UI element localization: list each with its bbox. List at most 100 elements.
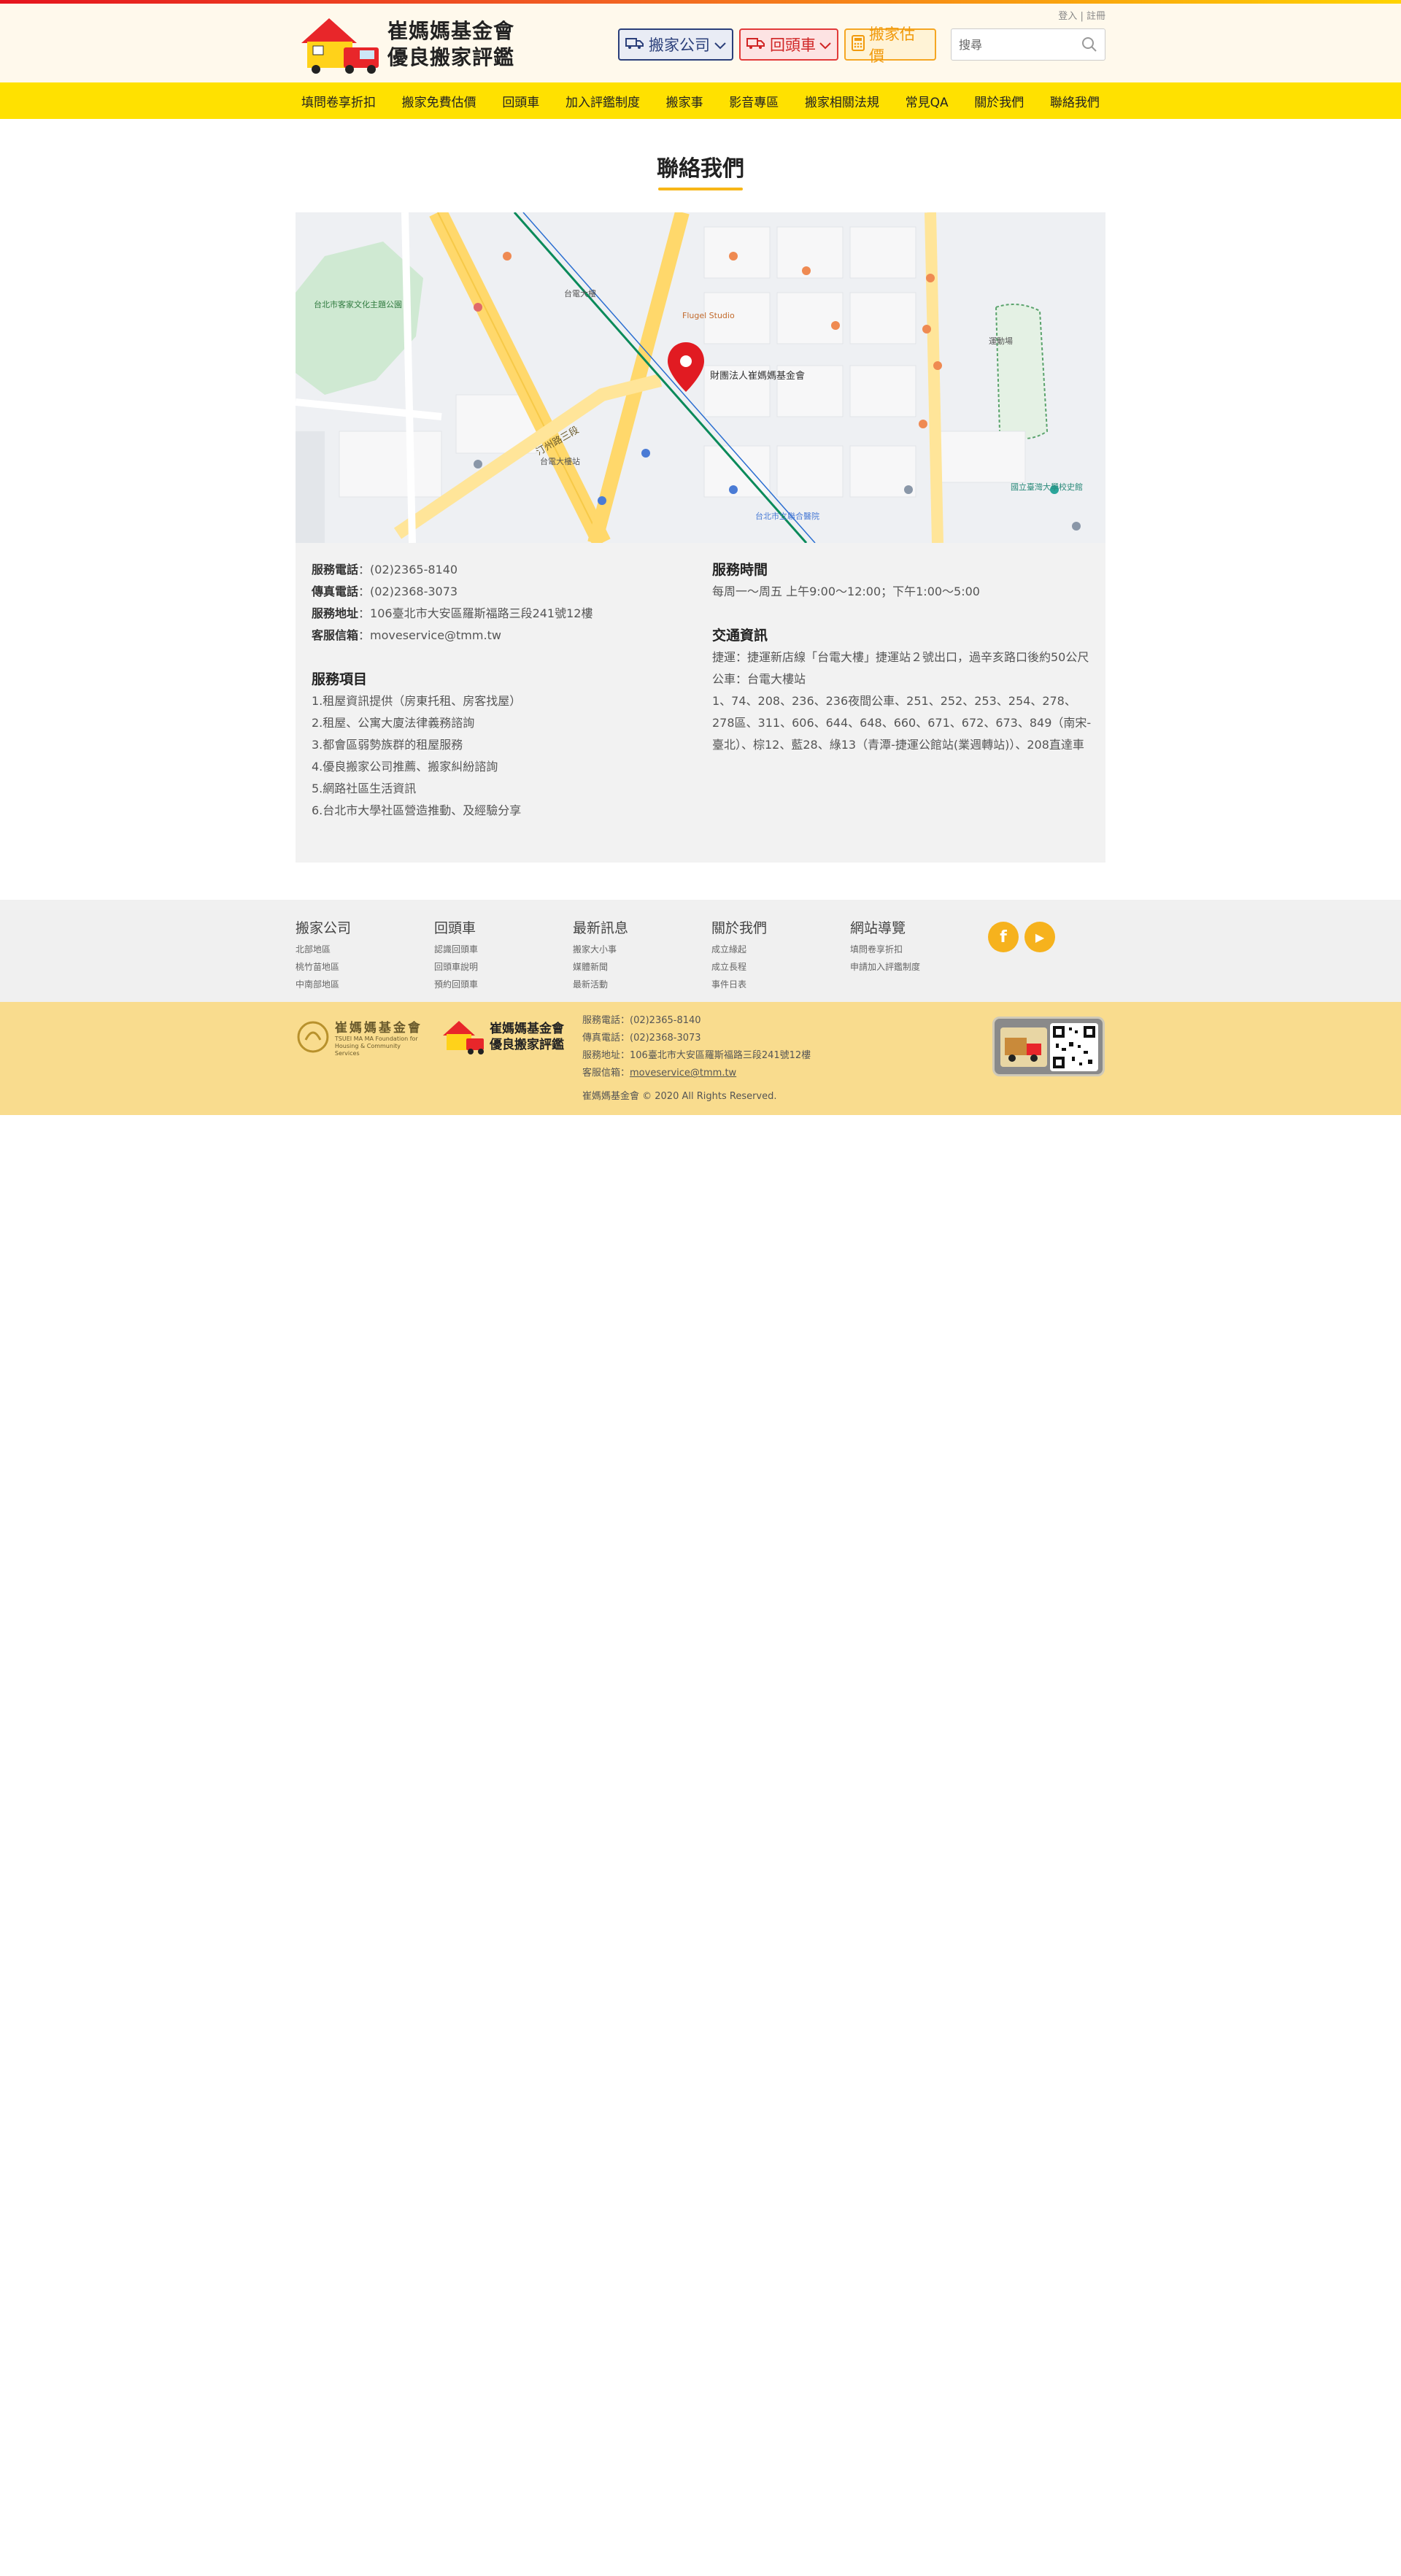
footer-col-moving: 搬家公司 北部地區 桃竹苗地區 中南部地區 <box>296 919 351 993</box>
tmm-emblem-icon <box>297 1021 329 1053</box>
footer-col-news: 最新訊息 搬家大小事 媒體新聞 最新活動 <box>573 919 628 993</box>
nav-item-video[interactable]: 影音專區 <box>729 92 779 110</box>
footer-link[interactable]: 中南部地區 <box>296 976 351 993</box>
page-title: 聯絡我們 <box>657 156 744 182</box>
footer-link[interactable]: 成立長程 <box>711 958 767 976</box>
service-item: 5.網路社區生活資訊 <box>312 782 417 795</box>
site-header: 崔媽媽基金會 優良搬家評鑑 登入 | 註冊 搬家公司 回頭車 搬家估價 搜尋 <box>0 4 1401 82</box>
map-graphic: 台電大樓 Flugel Studio 台北市客家文化主題公園 台電大樓站 運動場… <box>296 212 1105 543</box>
footer-link[interactable]: 成立緣起 <box>711 941 767 958</box>
copyright: 崔媽媽基金會 © 2020 All Rights Reserved. <box>582 1091 777 1102</box>
site-logo[interactable]: 崔媽媽基金會 優良搬家評鑑 <box>296 14 522 75</box>
footer-link[interactable]: 事件日表 <box>711 976 767 993</box>
footer-link[interactable]: 回頭車說明 <box>434 958 478 976</box>
contact-left-column: 服務電話：(02)2365-8140 傳真電話：(02)2368-3073 服務… <box>312 559 691 822</box>
title-underline <box>658 188 743 190</box>
search-icon[interactable] <box>1081 36 1097 55</box>
nav-item-faq[interactable]: 常見QA <box>906 92 949 110</box>
footer-email-line: 客服信箱：moveservice@tmm.tw <box>582 1065 811 1082</box>
footer-link[interactable]: 預約回頭車 <box>434 976 478 993</box>
footer-heading[interactable]: 搬家公司 <box>296 919 351 938</box>
register-link[interactable]: 註冊 <box>1087 11 1105 22</box>
nav-item-regulations[interactable]: 搬家相關法規 <box>805 92 879 110</box>
house-truck-logo-icon <box>296 14 382 75</box>
address-value: 106臺北市大安區羅斯福路三段241號12樓 <box>370 606 593 620</box>
footer-address: 服務地址：106臺北市大安區羅斯福路三段241號12樓 <box>582 1050 811 1061</box>
nav-item-contact[interactable]: 聯絡我們 <box>1050 92 1100 110</box>
qr-code-badge[interactable] <box>992 1017 1105 1076</box>
fax-value: (02)2368-3073 <box>370 585 458 598</box>
main-nav-inner: 填問卷享折扣 搬家免費估價 回頭車 加入評鑑制度 搬家事 影音專區 搬家相關法規… <box>296 82 1105 119</box>
footer-email-link[interactable]: moveservice@tmm.tw <box>630 1068 736 1079</box>
transport-mrt: 捷運：捷運新店線「台電大樓」捷運站２號出口，過辛亥路口後約50公尺 <box>712 650 1089 664</box>
address-line: 服務地址：106臺北市大安區羅斯福路三段241號12樓 <box>312 603 691 625</box>
address-colon: ： <box>358 606 371 620</box>
footer-link[interactable]: 最新活動 <box>573 976 628 993</box>
footer-link[interactable]: 搬家大小事 <box>573 941 628 958</box>
footer-email-label: 客服信箱： <box>582 1068 630 1079</box>
phone-label: 服務電話 <box>312 563 359 576</box>
location-map[interactable]: 台電大樓 Flugel Studio 台北市客家文化主題公園 台電大樓站 運動場… <box>296 212 1105 543</box>
footer-col-about: 關於我們 成立緣起 成立長程 事件日表 <box>711 919 767 993</box>
map-label-park: 台北市客家文化主題公園 <box>314 299 402 309</box>
evaluation-logo[interactable]: 崔媽媽基金會 優良搬家評鑑 <box>440 1017 571 1057</box>
auth-separator: | <box>1080 11 1084 22</box>
footer-link[interactable]: 填問卷享折扣 <box>850 941 920 958</box>
footer-bottom: 崔媽媽基金會 TSUEI MA MA Foundation for Housin… <box>0 1002 1401 1115</box>
nav-item-moving-matters[interactable]: 搬家事 <box>666 92 703 110</box>
map-label-ntu: 國立臺灣大學校史館 <box>1011 482 1083 492</box>
phone-line: 服務電話：(02)2365-8140 <box>312 559 691 581</box>
map-label-hospital: 台北市立聯合醫院 <box>755 511 819 521</box>
footer-fax: 傳真電話：(02)2368-3073 <box>582 1033 701 1044</box>
footer-link[interactable]: 桃竹苗地區 <box>296 958 351 976</box>
return-truck-dropdown-button[interactable]: 回頭車 <box>739 28 838 61</box>
moving-estimate-label: 搬家估價 <box>869 26 915 65</box>
evaluation-line1: 崔媽媽基金會 <box>490 1022 564 1036</box>
nav-item-about[interactable]: 關於我們 <box>974 92 1024 110</box>
address-label: 服務地址 <box>312 606 359 620</box>
footer-link[interactable]: 認識回頭車 <box>434 941 478 958</box>
service-item: 1.租屋資訊提供（房東托租、房客找屋） <box>312 694 522 708</box>
footer-link[interactable]: 北部地區 <box>296 941 351 958</box>
moving-company-label: 搬家公司 <box>649 36 710 54</box>
chevron-down-icon <box>714 36 726 53</box>
service-item: 2.租屋、公寓大廈法律義務諮詢 <box>312 716 475 730</box>
contact-info-panel: 服務電話：(02)2365-8140 傳真電話：(02)2368-3073 服務… <box>296 543 1105 863</box>
footer-heading[interactable]: 最新訊息 <box>573 919 628 938</box>
email-value[interactable]: moveservice@tmm.tw <box>370 628 501 642</box>
footer-contact-info: 服務電話：(02)2365-8140 傳真電話：(02)2368-3073 服務… <box>582 1012 811 1106</box>
service-item: 4.優良搬家公司推薦、搬家糾紛諮詢 <box>312 760 498 774</box>
transport-bus-routes: 1、74、208、236、236夜間公車、251、252、253、254、278… <box>712 694 1092 752</box>
map-label-flugel: Flugel Studio <box>682 311 735 320</box>
footer-nav: 搬家公司 北部地區 桃竹苗地區 中南部地區 回頭車 認識回頭車 回頭車說明 預約… <box>0 900 1401 1002</box>
phone-value: (02)2365-8140 <box>370 563 458 576</box>
footer-heading[interactable]: 回頭車 <box>434 919 478 938</box>
transport-bus-label: 公車：台電大樓站 <box>712 672 806 686</box>
footer-link[interactable]: 媒體新聞 <box>573 958 628 976</box>
login-link[interactable]: 登入 <box>1058 11 1077 22</box>
return-truck-label: 回頭車 <box>770 36 816 54</box>
footer-heading[interactable]: 網站導覽 <box>850 919 920 938</box>
footer-col-sitemap: 網站導覽 填問卷享折扣 申請加入評鑑制度 <box>850 919 920 976</box>
tmm-foundation-logo[interactable]: 崔媽媽基金會 TSUEI MA MA Foundation for Housin… <box>296 1017 427 1057</box>
youtube-icon[interactable]: ▶ <box>1024 922 1055 952</box>
moving-company-dropdown-button[interactable]: 搬家公司 <box>618 28 733 61</box>
contact-right-column: 服務時間 每周一～周五 上午9:00～12:00；下午1:00～5:00 交通資… <box>712 559 1092 756</box>
truck-illustration-icon <box>1000 1027 1047 1067</box>
moving-estimate-button[interactable]: 搬家估價 <box>844 26 936 65</box>
nav-item-survey-discount[interactable]: 填問卷享折扣 <box>301 92 376 110</box>
qr-code-icon <box>1050 1023 1098 1071</box>
search-input[interactable] <box>952 29 1068 60</box>
facebook-icon[interactable]: f <box>988 922 1019 952</box>
nav-item-join-evaluation[interactable]: 加入評鑑制度 <box>566 92 640 110</box>
fax-line: 傳真電話：(02)2368-3073 <box>312 581 691 603</box>
transport-heading: 交通資訊 <box>712 628 768 644</box>
phone-colon: ： <box>358 563 371 576</box>
footer-link[interactable]: 申請加入評鑑制度 <box>850 958 920 976</box>
nav-item-free-estimate[interactable]: 搬家免費估價 <box>402 92 476 110</box>
tmm-logo-text: 崔媽媽基金會 TSUEI MA MA Foundation for Housin… <box>335 1017 427 1057</box>
footer-heading[interactable]: 關於我們 <box>711 919 767 938</box>
email-label: 客服信箱 <box>312 628 359 642</box>
nav-item-return-truck[interactable]: 回頭車 <box>502 92 539 110</box>
evaluation-logo-text: 崔媽媽基金會 優良搬家評鑑 <box>490 1021 564 1053</box>
